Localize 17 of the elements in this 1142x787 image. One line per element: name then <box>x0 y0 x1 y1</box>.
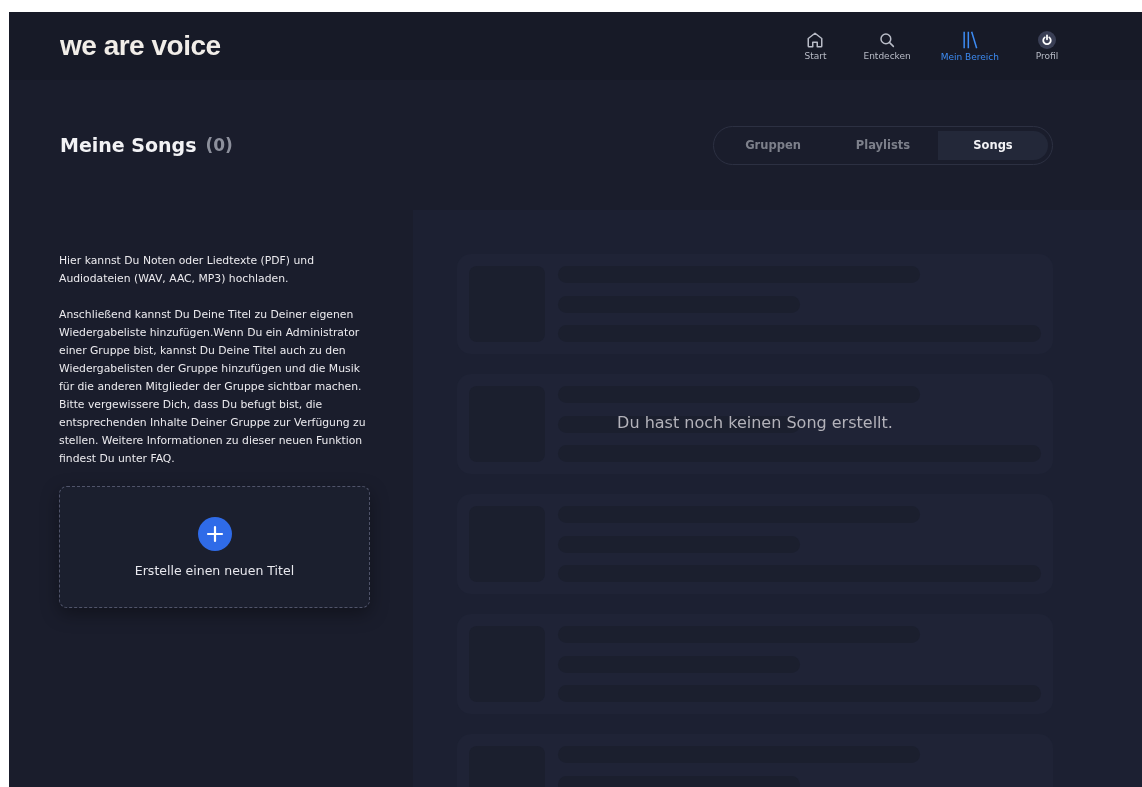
plus-icon <box>197 516 232 551</box>
nav-item[interactable]: Entdecken <box>863 31 911 61</box>
tab[interactable]: Playlists <box>828 130 938 160</box>
song-count: (0) <box>205 135 233 155</box>
intro-paragraph: Hier kannst Du Noten oder Liedtexte (PDF) und Audiodateien (WAV, AAC, MP3) hochladen. <box>59 253 315 287</box>
nav-item[interactable]: Start <box>797 31 834 61</box>
intro-paragraph: Anschließend kannst Du Deine Titel zu Deiner eigenen Wiedergabeliste hinzufügen.Wenn Du ein Administrator einer Gruppe bist, kannst Du Deine Titel auch zu den Wiedergabelisten der Gruppe hinzufügen und die Musik für die anderen Mitglieder der Gruppe sichtbar machen. Bitte vergewissere Dich, dass Du befugt bist, die entsprechenden Inhalte Deiner Gruppe zur Verfügung zu stellen. Weitere Informationen zu dieser neuen Funktion findest Du unter FAQ. <box>59 307 367 467</box>
empty-message: Du hast noch keinen Song erstellt. <box>616 413 894 432</box>
create-title-card[interactable]: Erstelle einen neuen Titel <box>59 486 370 608</box>
nav-item[interactable]: Mein Bereich <box>940 30 999 62</box>
tab[interactable]: Songs <box>938 130 1048 160</box>
tab[interactable]: Gruppen <box>718 130 828 160</box>
home-icon <box>806 31 825 49</box>
logo[interactable]: we are voice <box>60 30 221 62</box>
page-title: Meine Songs <box>60 134 197 156</box>
nav-item[interactable]: Profil <box>1029 31 1065 61</box>
search-icon <box>878 31 897 49</box>
